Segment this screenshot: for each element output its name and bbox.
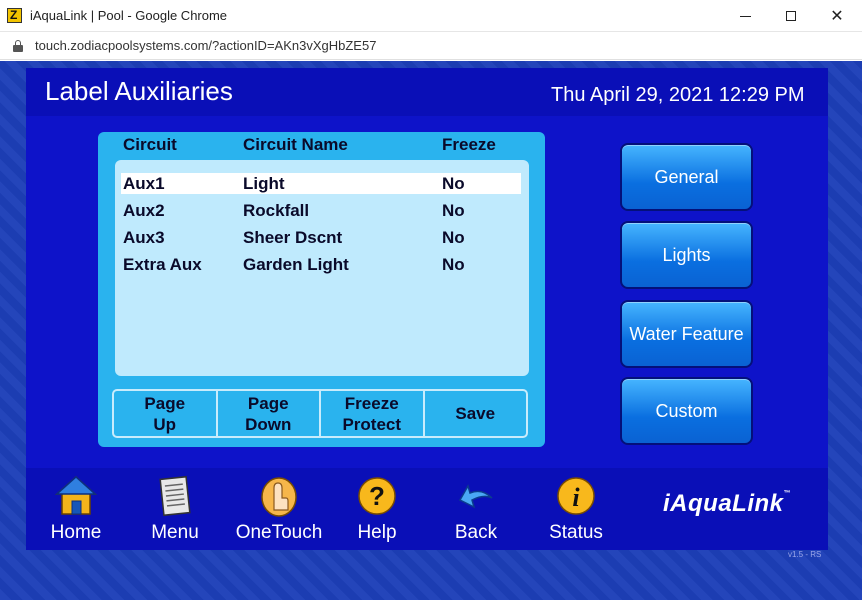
- version-label: v1.5 - RS: [788, 550, 822, 559]
- logo-text: iAquaLink: [663, 490, 784, 517]
- maximize-button[interactable]: [768, 0, 814, 32]
- svg-text:?: ?: [369, 481, 385, 511]
- nav-menu[interactable]: Menu: [125, 474, 225, 548]
- freeze-protect-button[interactable]: Freeze Protect: [321, 391, 425, 436]
- row-1-freeze[interactable]: No: [442, 174, 465, 194]
- nav-onetouch-label: OneTouch: [235, 522, 323, 543]
- address-bar[interactable]: touch.zodiacpoolsystems.com/?actionID=AK…: [0, 32, 862, 60]
- zodiac-app-icon: [7, 8, 22, 23]
- nav-help[interactable]: ? Help: [327, 474, 427, 548]
- lights-button[interactable]: Lights: [620, 221, 753, 289]
- iaqualink-logo: iAquaLink™: [663, 490, 791, 518]
- datetime: Thu April 29, 2021 12:29 PM: [551, 84, 805, 106]
- column-header-circuit: Circuit: [123, 135, 177, 154]
- lock-icon[interactable]: [13, 40, 23, 52]
- row-4-circuit[interactable]: Extra Aux: [123, 255, 202, 275]
- water-feature-button[interactable]: Water Feature: [620, 300, 753, 368]
- maximize-icon: [786, 11, 796, 21]
- help-icon: ?: [358, 477, 396, 515]
- back-icon: [458, 484, 493, 509]
- page-down-button[interactable]: Page Down: [218, 391, 321, 436]
- row-4-freeze[interactable]: No: [442, 255, 465, 275]
- nav-back-label: Back: [454, 522, 498, 543]
- row-1-name[interactable]: Light: [243, 174, 285, 194]
- nav-back[interactable]: Back: [426, 474, 526, 548]
- row-3-name[interactable]: Sheer Dscnt: [243, 228, 342, 248]
- save-button[interactable]: Save: [425, 391, 527, 436]
- table-action-bar: Page Up Page Down Freeze Protect Save: [112, 389, 528, 438]
- page-up-button[interactable]: Page Up: [114, 391, 218, 436]
- row-3-circuit[interactable]: Aux3: [123, 228, 165, 248]
- page-title: Label Auxiliaries: [45, 76, 233, 106]
- url-text[interactable]: touch.zodiacpoolsystems.com/?actionID=AK…: [35, 38, 376, 53]
- nav-status[interactable]: i Status: [526, 474, 626, 548]
- general-button[interactable]: General: [620, 143, 753, 211]
- svg-text:i: i: [572, 483, 580, 512]
- nav-onetouch[interactable]: OneTouch: [229, 474, 329, 548]
- close-button[interactable]: ✕: [814, 0, 860, 32]
- row-1-circuit[interactable]: Aux1: [123, 174, 165, 194]
- nav-status-label: Status: [549, 522, 603, 543]
- nav-help-label: Help: [357, 522, 397, 543]
- minimize-icon: [739, 15, 751, 17]
- browser-titlebar: iAquaLink | Pool - Google Chrome ✕: [0, 0, 862, 32]
- column-header-freeze: Freeze: [442, 135, 496, 154]
- onetouch-icon: [261, 477, 297, 517]
- status-icon: i: [557, 477, 595, 515]
- home-icon: [55, 475, 97, 515]
- nav-home-label: Home: [50, 522, 102, 543]
- custom-button[interactable]: Custom: [620, 377, 753, 445]
- row-4-name[interactable]: Garden Light: [243, 255, 349, 275]
- row-2-freeze[interactable]: No: [442, 201, 465, 221]
- minimize-button[interactable]: [722, 0, 768, 32]
- menu-icon: [159, 475, 191, 517]
- window-title: iAquaLink | Pool - Google Chrome: [30, 8, 228, 23]
- trademark-symbol: ™: [783, 490, 792, 497]
- nav-home[interactable]: Home: [26, 474, 126, 548]
- row-2-name[interactable]: Rockfall: [243, 201, 309, 221]
- row-2-circuit[interactable]: Aux2: [123, 201, 165, 221]
- row-3-freeze[interactable]: No: [442, 228, 465, 248]
- nav-menu-label: Menu: [151, 522, 199, 543]
- column-header-circuit-name: Circuit Name: [243, 135, 348, 154]
